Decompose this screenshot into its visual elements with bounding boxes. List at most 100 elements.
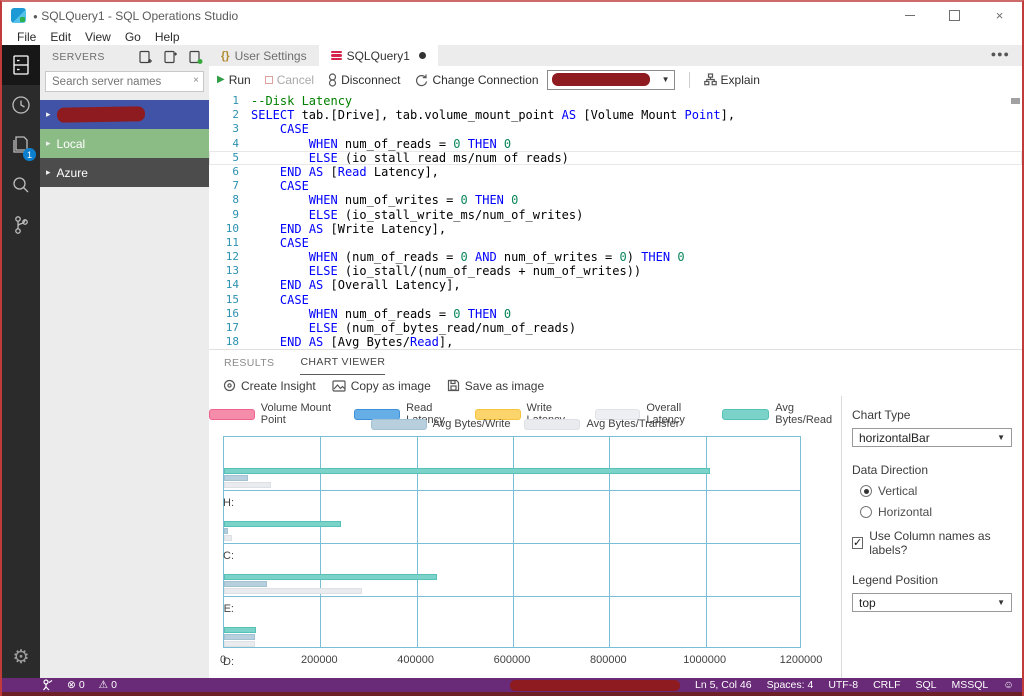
errors-indicator[interactable]: ⊗ 0 — [67, 679, 85, 691]
tab-user-settings[interactable]: {} User Settings — [209, 45, 319, 66]
chart-bar — [224, 574, 437, 580]
activity-servers[interactable] — [2, 45, 40, 85]
code-line[interactable]: 6 END AS [Read Latency], — [209, 165, 1022, 179]
code-line[interactable]: 11 CASE — [209, 236, 1022, 250]
chevron-right-icon[interactable]: ▸ — [46, 109, 51, 120]
server-group-redacted[interactable]: ▸ — [40, 100, 209, 129]
chevron-right-icon[interactable]: ▸ — [46, 138, 51, 149]
create-insight-button[interactable]: Create Insight — [223, 379, 316, 393]
code-line[interactable]: 14 END AS [Overall Latency], — [209, 278, 1022, 292]
play-icon: ▶ — [217, 74, 225, 85]
line-col-indicator[interactable]: Ln 5, Col 46 — [695, 679, 752, 691]
minimize-button[interactable] — [887, 2, 932, 29]
menu-view[interactable]: View — [78, 30, 118, 44]
code-line[interactable]: 15 CASE — [209, 293, 1022, 307]
server-group-azure[interactable]: ▸ Azure — [40, 158, 209, 187]
server-search-input[interactable] — [45, 71, 204, 92]
chart-bar — [224, 588, 362, 594]
code-line[interactable]: 10 END AS [Write Latency], — [209, 222, 1022, 236]
line-number: 18 — [209, 335, 239, 349]
modified-dot-icon[interactable] — [419, 52, 426, 59]
code-line[interactable]: 7 CASE — [209, 179, 1022, 193]
settings-gear-icon[interactable]: ⚙ — [2, 642, 40, 672]
legend-position-label: Legend Position — [852, 573, 1012, 587]
encoding-indicator[interactable]: UTF-8 — [828, 679, 858, 691]
x-tick-label: 1000000 — [683, 654, 726, 666]
code-line[interactable]: 17 ELSE (num_of_bytes_read/num_of_reads) — [209, 321, 1022, 335]
active-connections-icon[interactable] — [188, 50, 203, 64]
maximize-button[interactable] — [932, 2, 977, 29]
tab-results[interactable]: RESULTS — [224, 350, 274, 375]
menu-edit[interactable]: Edit — [43, 30, 78, 44]
code-line[interactable]: 5 ELSE (io_stall_read_ms/num_of_reads) — [209, 151, 1022, 165]
redaction-blob — [552, 73, 650, 86]
chevron-down-icon: ▼ — [997, 598, 1005, 607]
activity-task-history[interactable] — [2, 85, 40, 125]
legend-position-select[interactable]: top ▼ — [852, 593, 1012, 612]
smiley-feedback-icon[interactable]: ☺ — [1003, 679, 1014, 691]
eol-indicator[interactable]: CRLF — [873, 679, 900, 691]
code-line[interactable]: 4 WHEN num_of_reads = 0 THEN 0 — [209, 137, 1022, 151]
menu-help[interactable]: Help — [148, 30, 187, 44]
code-line[interactable]: 13 ELSE (io_stall/(num_of_reads + num_of… — [209, 264, 1022, 278]
activity-bar: 1 ⚙ — [2, 45, 40, 678]
code-line[interactable]: 1--Disk Latency — [209, 94, 1022, 108]
x-tick-label: 1200000 — [780, 654, 823, 666]
new-connection-icon[interactable] — [138, 50, 153, 64]
redaction-blob — [56, 106, 144, 123]
disconnect-button[interactable]: Disconnect — [328, 73, 400, 87]
git-branch-icon — [10, 214, 32, 236]
close-button[interactable]: × — [977, 2, 1022, 29]
code-line[interactable]: 18 END AS [Avg Bytes/Read], — [209, 335, 1022, 349]
insight-icon — [223, 379, 236, 392]
line-number: 14 — [209, 278, 239, 292]
activity-open-editors[interactable]: 1 — [2, 125, 40, 165]
code-editor[interactable]: 1--Disk Latency2SELECT tab.[Drive], tab.… — [209, 93, 1022, 350]
provider-indicator[interactable]: MSSQL — [952, 679, 989, 691]
chart-type-select[interactable]: horizontalBar ▼ — [852, 428, 1012, 447]
chart-canvas: Volume Mount PointRead LatencyWrite Late… — [209, 396, 841, 678]
gridline — [224, 543, 800, 544]
activity-source-control[interactable] — [2, 205, 40, 245]
use-column-names-checkbox[interactable]: ✓ Use Column names as labels? — [852, 529, 1012, 557]
new-server-group-icon[interactable] — [163, 50, 178, 64]
explain-button[interactable]: Explain — [704, 73, 760, 87]
code-line[interactable]: 8 WHEN num_of_writes = 0 THEN 0 — [209, 193, 1022, 207]
language-indicator[interactable]: SQL — [915, 679, 936, 691]
code-line[interactable]: 16 WHEN num_of_reads = 0 THEN 0 — [209, 307, 1022, 321]
line-number: 7 — [209, 179, 239, 193]
more-actions-icon[interactable]: ●●● — [991, 49, 1010, 59]
copy-as-image-button[interactable]: Copy as image — [332, 379, 431, 393]
toolbar-separator — [689, 72, 690, 88]
code-line[interactable]: 12 WHEN (num_of_reads = 0 AND num_of_wri… — [209, 250, 1022, 264]
explain-plan-icon — [704, 73, 717, 86]
code-line[interactable]: 3 CASE — [209, 122, 1022, 136]
server-group-local[interactable]: ▸ Local — [40, 129, 209, 158]
legend-item[interactable]: Avg Bytes/Write — [371, 418, 511, 430]
code-line[interactable]: 9 ELSE (io_stall_write_ms/num_of_writes) — [209, 208, 1022, 222]
spaces-indicator[interactable]: Spaces: 4 — [767, 679, 814, 691]
connections-status-icon[interactable] — [42, 679, 53, 691]
x-tick-label: 0 — [220, 654, 226, 666]
connection-combobox[interactable]: ▼ — [547, 70, 675, 90]
save-as-image-button[interactable]: Save as image — [447, 379, 544, 393]
chevron-down-icon: ▼ — [997, 433, 1005, 442]
editor-scrollbar[interactable] — [1011, 98, 1020, 104]
warnings-indicator[interactable]: ⚠ 0 — [99, 679, 117, 691]
search-clear-icon[interactable]: × — [193, 75, 199, 86]
legend-item[interactable]: Avg Bytes/Transfer — [524, 418, 679, 430]
tab-chart-viewer[interactable]: CHART VIEWER — [300, 350, 385, 375]
change-connection-button[interactable]: Change Connection — [414, 73, 538, 87]
radio-horizontal[interactable]: Horizontal — [860, 505, 1012, 519]
radio-vertical[interactable]: Vertical — [860, 484, 1012, 498]
cancel-button[interactable]: Cancel — [265, 73, 314, 87]
tab-sqlquery1[interactable]: SQLQuery1 — [319, 45, 438, 66]
code-line[interactable]: 2SELECT tab.[Drive], tab.volume_mount_po… — [209, 108, 1022, 122]
menu-file[interactable]: File — [10, 30, 43, 44]
status-bar: ⊗ 0 ⚠ 0 Ln 5, Col 46 Spaces: 4 UTF-8 CRL… — [2, 678, 1022, 692]
menu-go[interactable]: Go — [118, 30, 148, 44]
activity-search[interactable] — [2, 165, 40, 205]
chevron-right-icon[interactable]: ▸ — [46, 167, 51, 178]
chart-legend-row2: Avg Bytes/Write Avg Bytes/Transfer — [209, 418, 841, 430]
run-button[interactable]: ▶ Run — [217, 73, 251, 87]
